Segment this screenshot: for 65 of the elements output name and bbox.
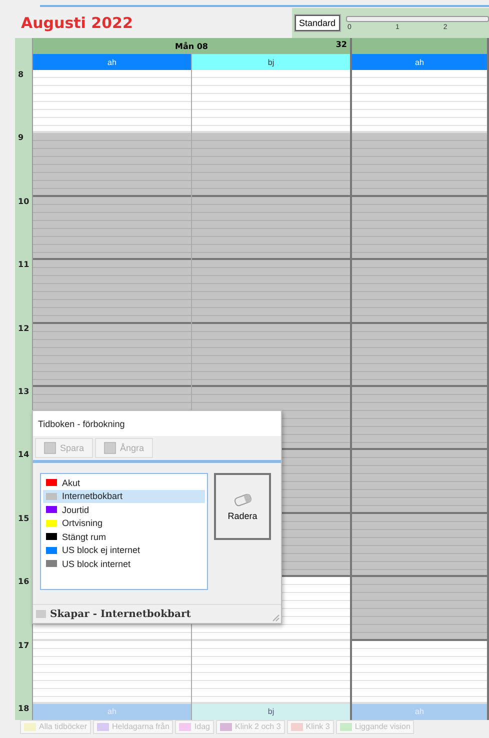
list-item[interactable]: US block ej internet [43,544,205,557]
column-footer: ah [352,704,487,720]
hour-label: 15 [18,514,30,524]
month-title: Augusti 2022 [20,13,134,34]
time-slot[interactable] [192,70,350,134]
hour-label: 8 [18,70,24,80]
blocked-slot[interactable] [33,324,191,387]
category-list[interactable]: Akut Internetbokbart Jourtid Ortvisning Stängt rum US block ej internet US block internet [40,473,208,590]
blocked-slot[interactable] [192,260,350,324]
hour-label: 13 [18,386,30,397]
blocked-slot[interactable] [352,196,487,260]
day-label: Mån 08 [175,42,208,50]
button-icon [44,442,56,454]
list-item[interactable]: Akut [43,476,205,490]
time-slot[interactable] [352,640,487,704]
list-item[interactable]: US block internet [43,557,205,570]
standard-button[interactable]: Standard [295,15,340,31]
hour-label: 11 [18,260,30,270]
hour-label: 17 [18,640,30,651]
week-number: 32 [336,40,347,49]
hour-label: 18 [18,704,30,714]
list-item[interactable]: Internetbokbart [43,490,205,503]
status-icon [36,610,46,618]
column-footer: bj [192,704,350,720]
column-header[interactable]: ah [33,54,191,70]
hour-label: 14 [18,450,30,460]
blocked-slot[interactable] [33,260,191,324]
legend-label: Klink 2 och 3 [234,722,281,732]
legend-label: Klink 3 [306,722,330,732]
blocked-slot[interactable] [352,324,487,387]
time-slot[interactable] [192,640,350,704]
blocked-slot[interactable] [352,260,487,324]
legend-label: Liggande vision [354,722,410,732]
blocked-slot[interactable] [352,133,487,197]
time-slot[interactable] [352,70,487,134]
hour-label: 12 [18,324,30,334]
column-header[interactable]: ah [352,54,487,70]
blocked-slot[interactable] [352,514,487,578]
legend-label: Heldagarna från [112,722,170,732]
legend-label: Alla tidböcker [39,722,88,732]
list-item[interactable]: Stängt rum [43,530,205,544]
list-item[interactable]: Ortvisning [43,516,205,530]
blocked-slot[interactable] [352,386,487,450]
time-slot[interactable] [33,70,191,134]
hour-label: 10 [18,196,30,207]
blocked-slot[interactable] [33,196,191,260]
blocked-slot[interactable] [192,133,350,197]
blocked-slot[interactable] [352,450,487,514]
blocked-slot[interactable] [192,196,350,260]
hour-label: 16 [18,577,30,588]
list-item[interactable]: Jourtid [43,503,205,516]
time-slot[interactable] [33,640,191,704]
eraser-icon [232,492,252,506]
status-text: Skapar - Internetbokbart [50,608,191,620]
delete-button[interactable]: Radera [214,473,271,540]
column-header[interactable]: bj [192,54,350,70]
hour-label: 9 [18,133,24,144]
blocked-slot[interactable] [352,577,487,641]
button-icon [104,442,116,454]
legend-label: Idag [194,722,210,732]
column-footer: ah [33,704,191,720]
dialog-title: Tidboken - förbokning [38,418,125,428]
blocked-slot[interactable] [33,133,191,197]
resize-grip-icon [272,614,280,622]
blocked-slot[interactable] [192,324,350,387]
